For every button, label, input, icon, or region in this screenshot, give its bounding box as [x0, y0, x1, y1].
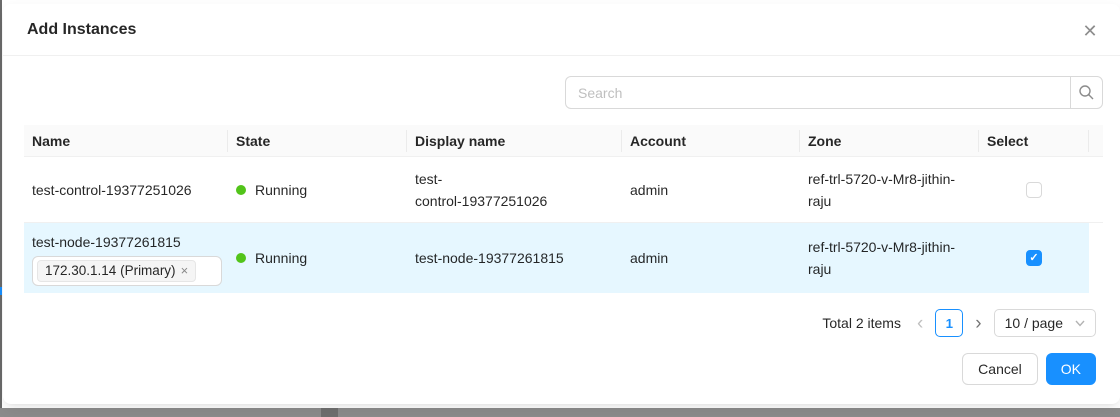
column-header-select: Select	[979, 125, 1089, 156]
state-label: Running	[255, 179, 307, 201]
running-status-icon	[236, 253, 246, 263]
cell-state: Running	[228, 157, 407, 222]
tag-remove-icon[interactable]: ×	[181, 264, 189, 277]
cell-account: admin	[622, 157, 800, 222]
page-size-value: 10 / page	[1005, 315, 1063, 331]
table-header-row: Name State Display name Account Zone Sel…	[24, 125, 1103, 157]
scrollbar-gutter	[1089, 157, 1103, 222]
column-header-zone: Zone	[800, 125, 979, 156]
instance-name: test-node-19377261815	[32, 231, 181, 253]
cell-select: ✓	[979, 157, 1089, 222]
row-checkbox-unchecked[interactable]: ✓	[1026, 182, 1042, 198]
column-header-state: State	[228, 125, 407, 156]
modal-body: Name State Display name Account Zone Sel…	[3, 56, 1120, 385]
pagination-next-icon[interactable]: ›	[973, 314, 983, 333]
cell-name: test-control-19377251026	[24, 157, 228, 222]
modal-header: Add Instances	[3, 4, 1120, 56]
row-checkbox-checked[interactable]: ✓	[1026, 250, 1042, 266]
pagination: Total 2 items ‹ 1 › 10 / page	[24, 309, 1103, 337]
close-icon[interactable]: ✕	[1078, 19, 1102, 43]
table-row[interactable]: test-control-19377251026 Running test- c…	[24, 157, 1103, 223]
check-icon: ✓	[1029, 253, 1038, 264]
modal-title: Add Instances	[27, 21, 136, 38]
state-label: Running	[255, 247, 307, 269]
search-group	[565, 76, 1103, 109]
search-input[interactable]	[565, 76, 1070, 109]
page-size-select[interactable]: 10 / page	[994, 309, 1096, 337]
ok-button[interactable]: OK	[1046, 353, 1096, 385]
cell-zone: ref-trl-5720-v-Mr8-jithin- raju	[800, 157, 979, 222]
cell-display-name: test-node-19377261815	[407, 223, 622, 293]
scrollbar-gutter	[1089, 223, 1103, 293]
nic-tag: 172.30.1.14 (Primary) ×	[37, 260, 196, 282]
column-header-display-name: Display name	[407, 125, 622, 156]
search-row	[24, 76, 1103, 109]
add-instances-modal: Add Instances ✕	[3, 4, 1120, 404]
search-icon	[1078, 84, 1095, 101]
modal-footer: Cancel OK	[24, 353, 1103, 385]
cell-account: admin	[622, 223, 800, 293]
cell-select: ✓	[979, 223, 1089, 293]
background-page-strip	[0, 408, 1120, 417]
running-status-icon	[236, 185, 246, 195]
background-accent-mark	[0, 287, 2, 295]
scrollbar-gutter-header	[1089, 125, 1105, 156]
column-header-account: Account	[622, 125, 800, 156]
chevron-down-icon	[1075, 320, 1085, 327]
nic-select-field[interactable]: 172.30.1.14 (Primary) ×	[32, 256, 222, 286]
cell-name: test-node-19377261815 172.30.1.14 (Prima…	[24, 223, 228, 293]
background-page-strip-segment	[321, 408, 338, 417]
cancel-button[interactable]: Cancel	[962, 353, 1038, 385]
nic-tag-label: 172.30.1.14 (Primary)	[45, 260, 176, 282]
search-button[interactable]	[1070, 76, 1103, 109]
table-row-selected[interactable]: test-node-19377261815 172.30.1.14 (Prima…	[24, 223, 1103, 293]
cell-state: Running	[228, 223, 407, 293]
instances-table: Name State Display name Account Zone Sel…	[24, 125, 1103, 293]
pagination-page-1[interactable]: 1	[935, 309, 963, 337]
cell-display-name: test- control-19377251026	[407, 157, 622, 222]
cell-zone: ref-trl-5720-v-Mr8-jithin- raju	[800, 223, 979, 293]
pagination-total: Total 2 items	[822, 315, 901, 331]
pagination-prev-icon[interactable]: ‹	[915, 314, 925, 333]
background-page-edge	[0, 0, 2, 417]
column-header-name: Name	[24, 125, 228, 156]
